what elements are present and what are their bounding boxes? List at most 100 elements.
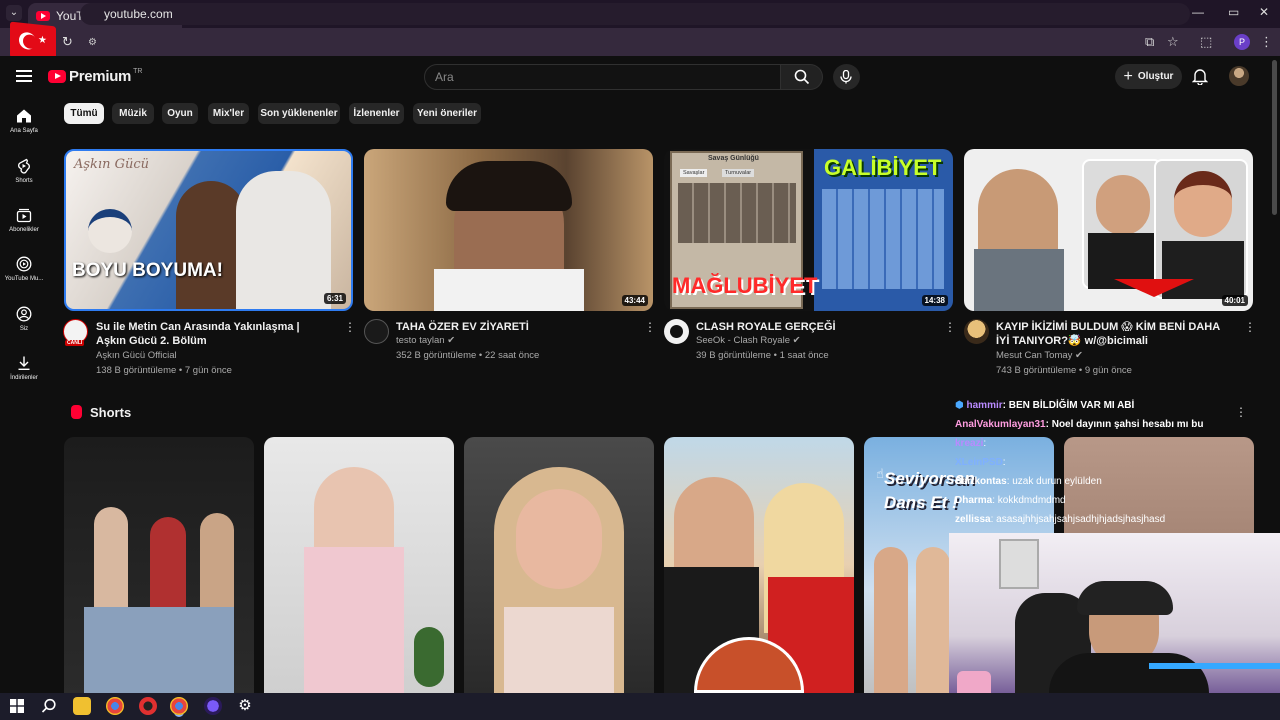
chat-message: kreazi: [955,434,1245,453]
video-thumbnail[interactable]: 43:44 [364,149,653,311]
chrome-icon[interactable] [106,697,124,715]
sidebar-item-label: Abonelikler [9,227,39,233]
chrome-active-icon[interactable] [170,697,188,715]
video-title[interactable]: Su ile Metin Can Arasında Yakınlaşma | A… [96,320,326,348]
thumbnail-card [1082,159,1162,289]
chip-new-to-you[interactable]: Yeni öneriler [413,103,481,124]
youtube-premium-logo[interactable]: Premium TR [48,68,142,85]
file-explorer-icon[interactable] [73,697,91,715]
subscriptions-icon [16,208,32,223]
thumbnail-hair [446,161,572,211]
chat-text: : asasajhhjsahjsahjsadhjhjadsjhasjhasd [990,514,1166,525]
notifications-bell-icon[interactable] [1191,68,1209,90]
video-more-options-icon[interactable]: ⋮ [344,320,356,334]
sidebar-item-subscriptions[interactable]: Abonelikler [0,207,48,233]
thumbnail-lamp [88,209,132,253]
search-input[interactable]: Ara [424,64,781,90]
video-duration: 6:31 [323,293,346,304]
you-icon [16,306,32,322]
minimize-button[interactable]: — [1192,5,1204,19]
sidebar-item-downloads[interactable]: İndirilenler [0,355,48,381]
tab-search-button[interactable]: ⌄ [6,5,22,21]
video-duration: 40:01 [1221,295,1248,306]
chat-text: : kokkdmdmdmd [992,495,1066,506]
sidebar-item-youtube-music[interactable]: YouTube Mu... [0,256,48,282]
chat-username: AnalVakumlayan31 [955,419,1046,430]
video-more-options-icon[interactable]: ⋮ [1244,320,1256,334]
chip-music[interactable]: Müzik [112,103,154,124]
thumbnail-card-grid [678,183,796,243]
address-bar[interactable]: youtube.com [80,3,1190,25]
reload-icon[interactable]: ↻ [62,34,73,50]
profile-avatar[interactable]: P [1234,34,1250,50]
account-avatar[interactable] [1229,66,1249,86]
video-thumbnail[interactable]: Aşkın Gücü BOYU BOYUMA! 6:31 [64,149,353,311]
chip-mixes[interactable]: Mix'ler [208,103,249,124]
headphones [1077,581,1173,615]
chip-gaming[interactable]: Oyun [162,103,198,124]
chip-watched[interactable]: İzlenenler [349,103,404,124]
chip-recently-uploaded[interactable]: Son yüklenenler [258,103,340,124]
extensions-icon[interactable]: ⬚ [1200,34,1212,50]
video-duration: 43:44 [621,295,648,306]
voice-search-button[interactable] [833,64,860,90]
video-channel[interactable]: testo taylan ✔ [396,335,455,346]
restore-button[interactable]: ▭ [1228,5,1239,19]
windows-start-icon[interactable] [8,697,26,715]
verified-icon: ✔ [792,335,801,346]
channel-avatar[interactable] [364,319,389,344]
search-taskbar-icon[interactable] [40,697,58,715]
search-icon [794,69,810,85]
channel-avatar[interactable]: CANLI [63,319,88,346]
short-thumbnail[interactable] [64,437,254,693]
thumbnail-face [1096,175,1150,235]
guide-menu-icon[interactable] [16,70,32,85]
thumbnail-card [1154,159,1248,299]
short-thumbnail[interactable] [464,437,654,693]
video-channel[interactable]: SeeOk - Clash Royale ✔ [696,335,801,346]
chat-username: hammir [966,400,1003,411]
chat-message: Sertkontas: uzak durun eylülden [955,472,1245,491]
page-scrollbar[interactable] [1272,60,1277,215]
thumbnail-small-text: Savaş Günlüğü [708,155,759,162]
youtube-play-icon [48,70,66,83]
sidebar-item-shorts[interactable]: Shorts [0,158,48,184]
chip-all[interactable]: Tümü [64,103,104,124]
video-thumbnail[interactable]: 40:01 [964,149,1253,311]
video-more-options-icon[interactable]: ⋮ [944,320,956,334]
video-channel[interactable]: Aşkın Gücü Official [96,350,177,361]
chat-text: : BEN BİLDİĞİM VAR MI ABİ [1002,400,1135,411]
app-icon[interactable] [204,697,222,715]
settings-gear-icon[interactable]: ⚙ [236,697,254,715]
sidebar-item-home[interactable]: Ana Sayfa [0,108,48,134]
video-stats: 352 B görüntüleme • 22 saat önce [396,350,540,361]
cast-icon[interactable]: ⧉ [1145,34,1154,50]
logo-text: Premium [69,68,132,85]
chat-text: : Noel dayının şahsi hesabı mı bu [1045,419,1204,430]
chat-username: kreazi [955,438,984,449]
app-icon[interactable] [139,697,157,715]
chat-username: zellissa [955,514,991,525]
video-thumbnail[interactable]: Savaş Günlüğü Savaşlar Turnuvalar GALİBİ… [664,149,953,311]
chat-text: : [1002,457,1006,468]
channel-avatar[interactable] [664,319,689,344]
short-thumbnail[interactable] [664,437,854,693]
search-button[interactable] [781,64,823,90]
short-thumbnail[interactable] [264,437,454,693]
close-window-button[interactable]: ✕ [1259,5,1269,19]
shorts-section-title: Shorts [90,405,132,420]
chat-username: Sertkontas [955,476,1007,487]
video-title[interactable]: TAHA ÖZER EV ZİYARETİ [396,320,626,334]
video-title[interactable]: KAYIP İKİZİMİ BULDUM 😱 KİM BENİ DAHA İYİ… [996,320,1226,348]
video-more-options-icon[interactable]: ⋮ [644,320,656,334]
video-title[interactable]: CLASH ROYALE GERÇEĞİ [696,320,926,334]
channel-name: testo taylan [396,335,445,346]
create-button[interactable]: + Oluştur [1115,64,1182,89]
sidebar-item-label: Siz [19,326,29,332]
sidebar-item-you[interactable]: Siz [0,306,48,332]
site-info-icon[interactable]: ⚙ [88,37,97,48]
browser-menu-icon[interactable]: ⋮ [1260,34,1273,50]
channel-avatar[interactable] [964,319,989,344]
video-channel[interactable]: Mesut Can Tomay ✔ [996,350,1083,361]
bookmark-star-icon[interactable]: ☆ [1167,34,1179,50]
